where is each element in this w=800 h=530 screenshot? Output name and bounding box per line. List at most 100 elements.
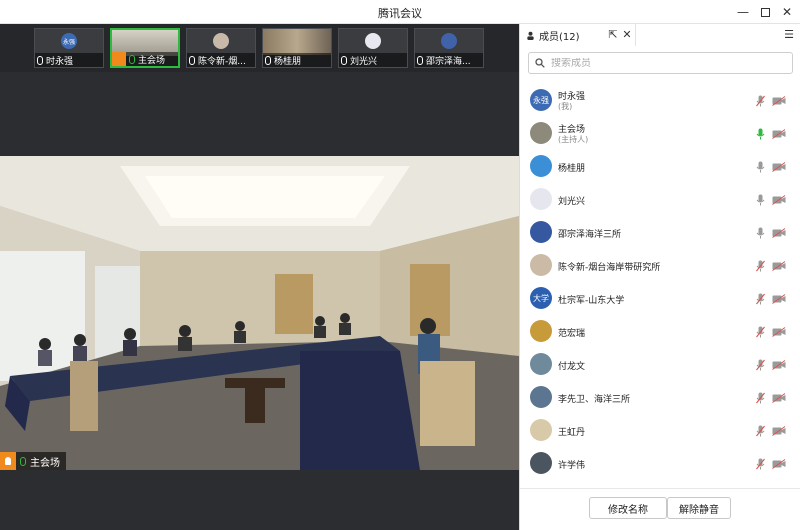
camera-icon[interactable] [772, 360, 786, 370]
thumbnail-yang-guipeng[interactable]: 杨桂朋 [262, 28, 332, 68]
maximize-button[interactable] [754, 2, 776, 22]
avatar [365, 33, 381, 49]
member-row[interactable]: 邵宗泽海洋三所 [520, 216, 800, 249]
member-name: 刘光兴 [558, 197, 586, 207]
microphone-icon[interactable] [756, 293, 765, 305]
panel-footer: 修改名称 解除静音 [520, 488, 800, 530]
avatar: 大学 [530, 287, 552, 309]
member-row[interactable]: 永强 时永强 (我) [520, 84, 800, 117]
search-box[interactable] [528, 52, 793, 74]
member-name: 杜宗军-山东大学 [558, 296, 625, 306]
avatar [530, 452, 552, 474]
member-row[interactable]: 主会场 (主持人) [520, 117, 800, 150]
member-row[interactable]: 范宏瑞 [520, 315, 800, 348]
camera-icon[interactable] [772, 195, 786, 205]
microphone-icon[interactable] [756, 326, 765, 338]
thumbnail-name: 主会场 [138, 55, 166, 66]
speaker-name: 主会场 [30, 457, 60, 469]
speaker-label: 主会场 [0, 452, 66, 470]
people-icon [527, 31, 534, 40]
avatar [441, 33, 457, 49]
popout-button[interactable]: ⇱ [606, 27, 620, 41]
member-row[interactable]: 王虹丹 [520, 414, 800, 447]
microphone-icon[interactable] [756, 95, 765, 107]
members-panel: 成员(12) ⇱ ✕ ☰ 永强时永强(我)主会场(主持人)杨桂朋刘光兴邵宗泽海洋… [519, 24, 800, 530]
member-row[interactable]: 刘光兴 [520, 183, 800, 216]
member-row[interactable]: 杨桂朋 [520, 150, 800, 183]
microphone-icon[interactable] [756, 260, 765, 272]
avatar [530, 155, 552, 177]
camera-icon[interactable] [772, 426, 786, 436]
avatar [530, 320, 552, 342]
camera-icon[interactable] [772, 459, 786, 469]
search-input[interactable] [551, 57, 771, 69]
avatar [213, 33, 229, 49]
camera-icon[interactable] [772, 393, 786, 403]
avatar [530, 254, 552, 276]
thumbnail-shi-yongqiang[interactable]: 永强 时永强 [34, 28, 104, 68]
camera-icon[interactable] [772, 129, 786, 139]
microphone-icon[interactable] [756, 425, 765, 437]
thumbnail-liu-guangxing[interactable]: 刘光兴 [338, 28, 408, 68]
unmute-all-button[interactable]: 解除静音 [667, 497, 731, 519]
camera-icon[interactable] [772, 294, 786, 304]
microphone-icon[interactable] [756, 227, 765, 239]
close-panel-button[interactable]: ✕ [620, 27, 634, 41]
thumbnail-main-venue[interactable]: 主会场 [110, 28, 180, 68]
thumbnail-strip: 永强 时永强 主会场 陈令新-烟... 杨桂朋 刘光兴 邵宗泽海... [0, 24, 519, 72]
panel-header: 成员(12) ⇱ ✕ ☰ [520, 24, 800, 46]
microphone-icon [189, 55, 195, 65]
search-icon [535, 58, 545, 68]
member-role: (我) [558, 102, 573, 111]
tab-members-label: 成员(12) [539, 31, 580, 43]
microphone-icon[interactable] [756, 194, 765, 206]
close-window-button[interactable]: ✕ [776, 2, 798, 22]
avatar [530, 221, 552, 243]
camera-icon[interactable] [772, 96, 786, 106]
thumbnail-video [263, 29, 331, 55]
member-row[interactable]: 付龙文 [520, 348, 800, 381]
camera-icon[interactable] [772, 327, 786, 337]
rename-button[interactable]: 修改名称 [589, 497, 667, 519]
video-area: 永强 时永强 主会场 陈令新-烟... 杨桂朋 刘光兴 邵宗泽海... 主会场 [0, 24, 519, 530]
microphone-icon [129, 54, 135, 64]
member-row[interactable]: 陈令新-烟台海岸带研究所 [520, 249, 800, 282]
microphone-icon[interactable] [756, 128, 765, 140]
microphone-icon[interactable] [756, 161, 765, 173]
avatar [530, 419, 552, 441]
close-icon: ✕ [781, 5, 793, 19]
member-name: 范宏瑞 [558, 329, 586, 339]
member-name: 李先卫、海洋三所 [558, 395, 631, 405]
avatar: 永强 [530, 89, 552, 111]
main-video[interactable]: 主会场 [0, 156, 519, 470]
thumbnail-chen-lingxin[interactable]: 陈令新-烟... [186, 28, 256, 68]
thumbnail-label: 杨桂朋 [263, 53, 331, 67]
camera-icon[interactable] [772, 162, 786, 172]
avatar: 永强 [61, 33, 77, 49]
avatar [530, 353, 552, 375]
member-name: 邵宗泽海洋三所 [558, 230, 622, 240]
menu-icon: ☰ [784, 27, 794, 41]
microphone-icon[interactable] [756, 392, 765, 404]
thumbnail-name: 时永强 [46, 56, 74, 67]
avatar [530, 188, 552, 210]
camera-icon[interactable] [772, 261, 786, 271]
menu-button[interactable]: ☰ [782, 27, 796, 41]
thumbnail-name: 邵宗泽海... [426, 56, 471, 67]
member-row[interactable]: 许学伟 [520, 447, 800, 480]
minimize-button[interactable]: — [732, 2, 754, 22]
thumbnail-label: 刘光兴 [339, 53, 407, 67]
member-name: 付龙文 [558, 362, 586, 372]
member-row[interactable]: 大学 杜宗军-山东大学 [520, 282, 800, 315]
camera-icon[interactable] [772, 228, 786, 238]
microphone-icon [20, 456, 26, 466]
microphone-icon[interactable] [756, 359, 765, 371]
microphone-icon[interactable] [756, 458, 765, 470]
member-name: 许学伟 [558, 461, 586, 471]
thumbnail-shao-zongze[interactable]: 邵宗泽海... [414, 28, 484, 68]
thumbnail-name: 杨桂朋 [274, 56, 302, 67]
maximize-icon [760, 7, 770, 17]
member-name: 王虹丹 [558, 428, 586, 438]
conference-room-video [0, 156, 519, 470]
member-row[interactable]: 李先卫、海洋三所 [520, 381, 800, 414]
